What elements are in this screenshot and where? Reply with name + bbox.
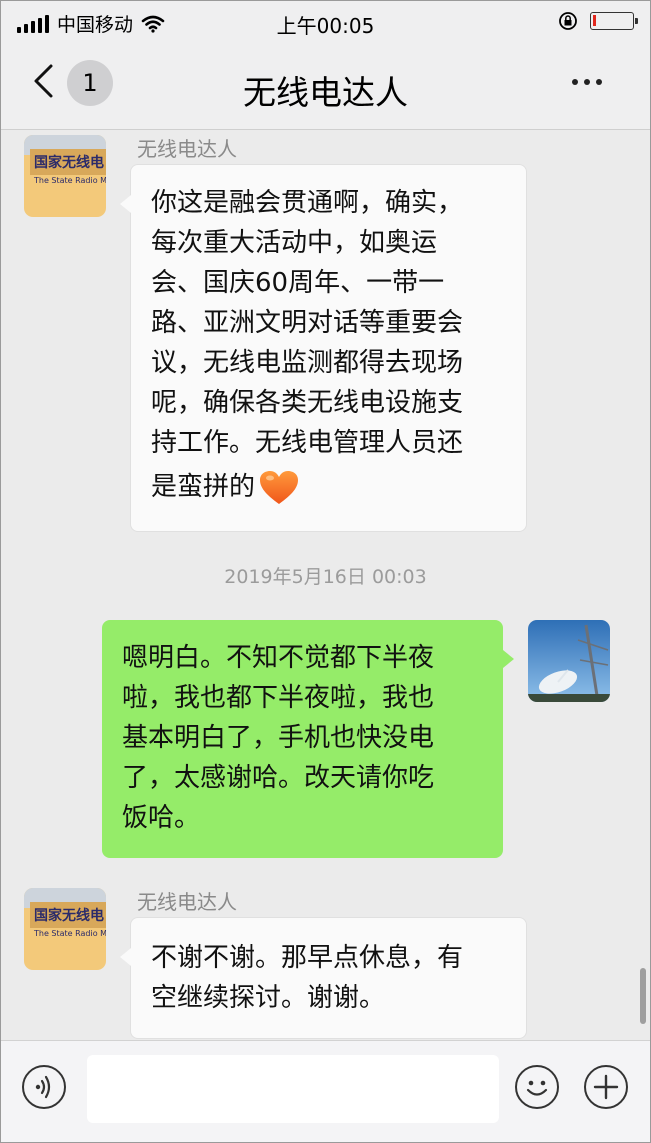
message-line: 议，无线电监测都得去现场: [151, 348, 464, 378]
orange-heart-icon: [260, 470, 299, 504]
incoming-message-bubble[interactable]: 不谢不谢。那早点休息，有 空继续探讨。谢谢。: [120, 917, 527, 1039]
input-bar: [1, 1040, 650, 1142]
status-bar: 中国移动 上午00:05: [1, 1, 650, 43]
phone-screen: 中国移动 上午00:05 1 无线电达人 国家无线电 The State Rad…: [0, 0, 651, 1143]
battery-icon: [590, 12, 638, 30]
message-input[interactable]: [87, 1055, 499, 1123]
avatar-image: 国家无线电 The State Radio Mon: [24, 888, 106, 970]
message-line: 嗯明白。不知不觉都下半夜: [122, 643, 435, 673]
avatar-image: [528, 620, 610, 702]
svg-text:The State Radio Mon: The State Radio Mon: [33, 176, 106, 185]
plus-icon[interactable]: [584, 1065, 628, 1109]
message-line: 每次重大活动中，如奥运: [151, 228, 438, 258]
incoming-message-bubble[interactable]: 你这是融会贯通啊，确实， 每次重大活动中，如奥运 会、国庆60周年、一带一 路、…: [120, 164, 527, 532]
message-line: 了，太感谢哈。改天请你吃: [122, 763, 435, 793]
contact-avatar[interactable]: 国家无线电 The State Radio Mon: [24, 888, 106, 970]
status-time: 上午00:05: [276, 14, 375, 38]
more-dots-icon[interactable]: [572, 79, 602, 85]
chat-title: 无线电达人: [243, 73, 408, 112]
sender-name: 无线电达人: [137, 137, 237, 161]
message-line: 是蛮拼的: [151, 472, 256, 502]
message-line: 基本明白了，手机也快没电: [122, 723, 435, 753]
my-avatar[interactable]: [528, 620, 610, 702]
voice-waves-icon: [35, 1075, 51, 1099]
message-line: 饭哈。: [122, 803, 201, 833]
message-line-last: 是蛮拼的: [151, 463, 506, 511]
nav-bar: 1 无线电达人: [1, 43, 650, 130]
scrollbar-thumb[interactable]: [640, 968, 646, 1024]
svg-text:国家无线电: 国家无线电: [34, 907, 104, 924]
message-line: 路、亚洲文明对话等重要会: [151, 308, 464, 338]
avatar-image: 国家无线电 The State Radio Mon: [24, 135, 106, 217]
battery-level: [593, 15, 596, 26]
outgoing-message-bubble[interactable]: 嗯明白。不知不觉都下半夜 啦，我也都下半夜啦，我也 基本明白了，手机也快没电 了…: [102, 620, 514, 858]
contact-avatar[interactable]: 国家无线电 The State Radio Mon: [24, 135, 106, 217]
rotation-lock-icon: [559, 12, 577, 30]
plus-sign-icon: [593, 1074, 619, 1100]
message-line: 不谢不谢。那早点休息，有: [151, 943, 464, 973]
svg-text:The State Radio Mon: The State Radio Mon: [33, 929, 106, 938]
message-line: 你这是融会贯通啊，确实，: [151, 188, 464, 218]
message-line: 呢，确保各类无线电设施支: [151, 388, 464, 418]
status-right: [558, 11, 638, 31]
voice-icon[interactable]: [22, 1065, 66, 1109]
emoji-icon[interactable]: [515, 1065, 559, 1109]
sender-name: 无线电达人: [137, 890, 237, 914]
chat-message-list[interactable]: 国家无线电 The State Radio Mon 无线电达人 你这是融会贯通啊…: [1, 130, 650, 1040]
message-timestamp: 2019年5月16日 00:03: [224, 566, 427, 588]
message-line: 啦，我也都下半夜啦，我也: [122, 683, 435, 713]
message-line: 会、国庆60周年、一带一: [151, 268, 445, 298]
smiley-face-icon: [526, 1080, 548, 1096]
message-line: 空继续探讨。谢谢。: [151, 983, 386, 1013]
svg-text:国家无线电: 国家无线电: [34, 154, 104, 171]
message-line: 持工作。无线电管理人员还: [151, 428, 464, 458]
